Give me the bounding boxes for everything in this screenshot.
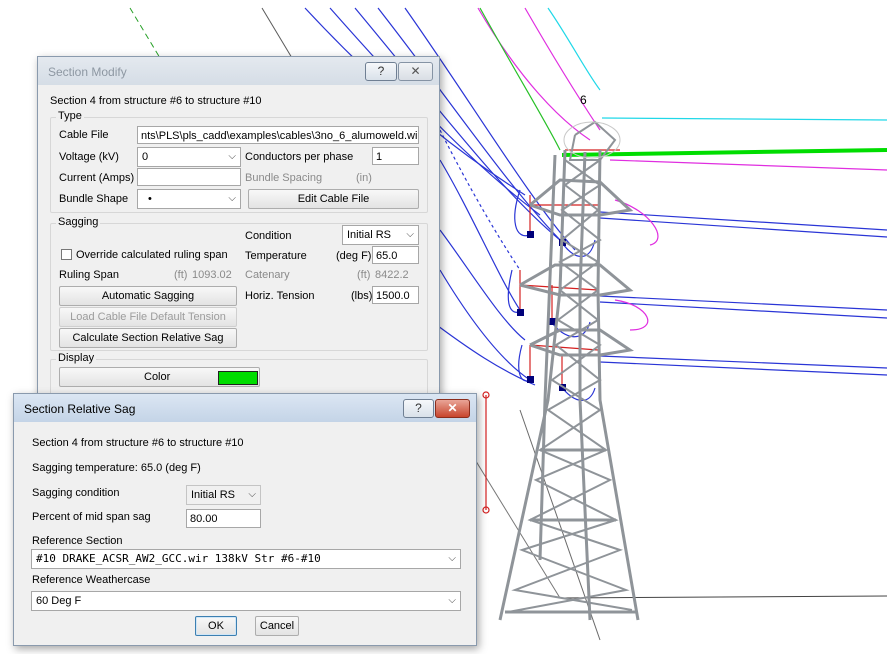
section-relative-sag-titlebar[interactable]: Section Relative Sag ? ✕ (14, 394, 476, 422)
current-field[interactable] (137, 168, 241, 186)
color-button-label: Color (144, 371, 171, 383)
section-modify-title: Section Modify (48, 65, 127, 79)
reference-weathercase-label: Reference Weathercase (32, 574, 151, 586)
condition-select[interactable]: Initial RS ⌵ (342, 225, 419, 245)
sagging-temperature-text: Sagging temperature: 65.0 (deg F) (32, 462, 201, 474)
condition-label: Condition (245, 230, 292, 242)
bundle-shape-select[interactable]: • ⌵ (137, 189, 241, 209)
section-modify-heading: Section 4 from structure #6 to structure… (50, 95, 262, 107)
section-modify-dialog[interactable]: Section Modify ? ✕ Section 4 from struct… (37, 56, 440, 398)
cancel-button[interactable]: Cancel (255, 616, 299, 636)
section-modify-titlebar[interactable]: Section Modify ? ✕ (38, 57, 439, 85)
catenary-value: 8422.2 (375, 269, 409, 281)
chevron-down-icon: ⌵ (228, 151, 236, 162)
reference-section-label: Reference Section (32, 535, 123, 547)
reference-weathercase-select[interactable]: 60 Deg F ⌵ (31, 591, 461, 611)
bundle-shape-value: • (148, 193, 152, 205)
sagging-condition-value: Initial RS (191, 489, 236, 501)
catenary-unit: (ft) (357, 269, 371, 281)
automatic-sagging-button[interactable]: Automatic Sagging (59, 286, 237, 306)
voltage-value: 0 (142, 151, 149, 163)
sagging-group-label: Sagging (56, 216, 101, 228)
cable-file-label: Cable File (59, 129, 109, 141)
ruling-span-label: Ruling Span (59, 269, 119, 281)
relative-sag-heading: Section 4 from structure #6 to structure… (32, 437, 244, 449)
close-button[interactable]: ✕ (398, 62, 433, 81)
conductors-per-phase-label: Conductors per phase (245, 151, 354, 163)
temperature-field[interactable]: 65.0 (372, 246, 419, 264)
help-button[interactable]: ? (365, 62, 397, 81)
voltage-select[interactable]: 0 ⌵ (137, 147, 241, 167)
color-swatch (218, 371, 258, 385)
color-button[interactable]: Color (59, 367, 260, 387)
reference-section-value: #10 DRAKE_ACSR_AW2_GCC.wir 138kV Str #6-… (36, 552, 321, 565)
percent-mid-span-sag-field[interactable]: 80.00 (186, 509, 261, 528)
percent-mid-span-sag-label: Percent of mid span sag (32, 511, 151, 523)
structure-number-label: 6 (580, 93, 587, 107)
temperature-unit: (deg F) (336, 250, 372, 262)
bundle-spacing-unit: (in) (356, 172, 372, 184)
ok-button[interactable]: OK (195, 616, 237, 636)
type-group-label: Type (56, 110, 84, 122)
chevron-down-icon: ⌵ (228, 193, 236, 204)
reference-section-select[interactable]: #10 DRAKE_ACSR_AW2_GCC.wir 138kV Str #6-… (31, 549, 461, 569)
section-relative-sag-dialog[interactable]: Section Relative Sag ? ✕ Section 4 from … (13, 393, 477, 646)
calculate-relative-sag-button[interactable]: Calculate Section Relative Sag (59, 328, 237, 348)
temperature-label: Temperature (245, 250, 307, 262)
override-ruling-span-checkbox[interactable] (61, 249, 72, 260)
chevron-down-icon: ⌵ (248, 489, 256, 500)
help-button[interactable]: ? (403, 399, 434, 418)
chevron-down-icon: ⌵ (448, 595, 456, 606)
ruling-span-value: 1093.02 (192, 269, 232, 281)
horiz-tension-label: Horiz. Tension (245, 290, 315, 302)
ruling-span-unit: (ft) (174, 269, 188, 281)
sagging-condition-label: Sagging condition (32, 487, 120, 499)
override-ruling-span-label[interactable]: Override calculated ruling span (76, 249, 228, 261)
sagging-condition-select[interactable]: Initial RS ⌵ (186, 485, 261, 505)
voltage-label: Voltage (kV) (59, 151, 119, 163)
display-group-label: Display (56, 352, 97, 364)
horiz-tension-field[interactable]: 1500.0 (372, 286, 419, 304)
condition-value: Initial RS (347, 229, 392, 241)
horiz-tension-unit: (lbs) (351, 290, 373, 302)
reference-weathercase-value: 60 Deg F (36, 595, 82, 607)
lattice-tower (498, 120, 640, 621)
current-label: Current (Amps) (59, 172, 135, 184)
chevron-down-icon: ⌵ (406, 229, 414, 240)
bundle-shape-label: Bundle Shape (59, 193, 129, 205)
edit-cable-file-button[interactable]: Edit Cable File (248, 189, 419, 209)
cable-file-field[interactable]: nts\PLS\pls_cadd\examples\cables\3no_6_a… (137, 126, 419, 144)
chevron-down-icon: ⌵ (448, 553, 456, 564)
bundle-spacing-label: Bundle Spacing (245, 172, 323, 184)
conductors-per-phase-field[interactable]: 1 (372, 147, 419, 165)
close-button[interactable]: ✕ (435, 399, 470, 418)
load-default-tension-button: Load Cable File Default Tension (59, 307, 237, 327)
catenary-label: Catenary (245, 269, 290, 281)
section-relative-sag-title: Section Relative Sag (24, 402, 136, 416)
